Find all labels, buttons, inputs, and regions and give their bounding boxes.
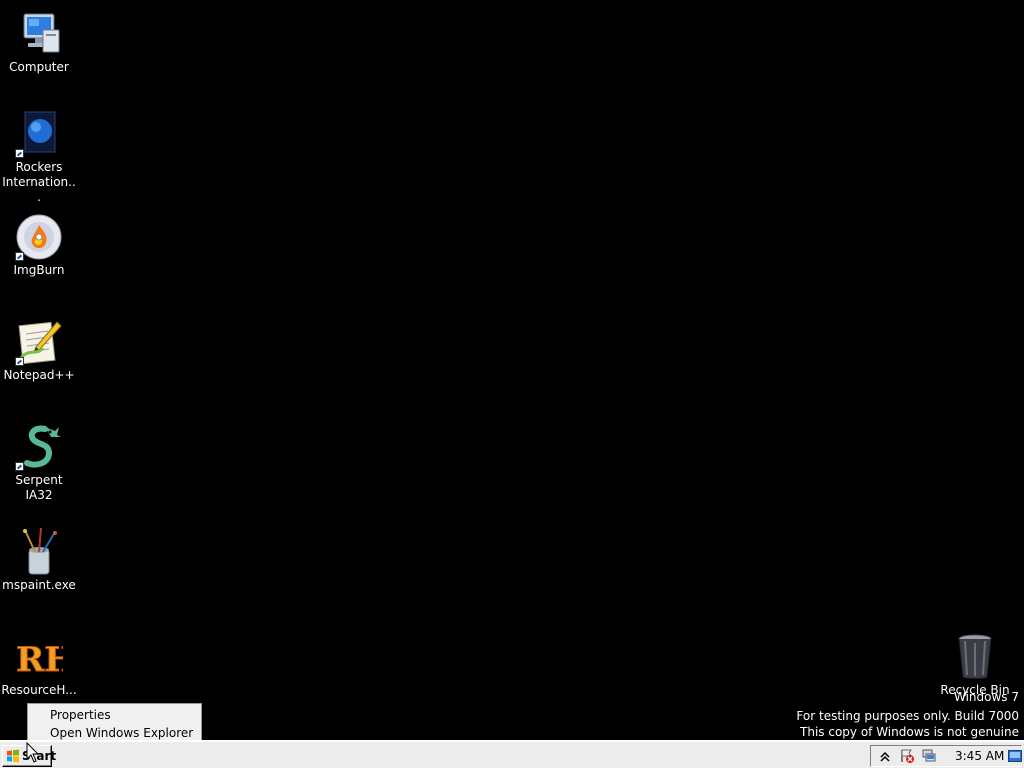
svg-text:RH: RH xyxy=(16,640,63,680)
imgburn-disc-icon xyxy=(15,213,63,261)
show-desktop-icon[interactable] xyxy=(1008,750,1022,762)
mouse-cursor-icon xyxy=(26,742,40,763)
recycle-bin-icon xyxy=(951,633,999,681)
resourcehacker-icon: RH xyxy=(15,633,64,681)
desktop-icon-label: Serpent IA32 xyxy=(15,473,63,502)
shortcut-arrow-icon xyxy=(15,252,24,261)
network-icon[interactable] xyxy=(921,748,937,764)
desktop-icon-recycle-bin[interactable]: Recycle Bin xyxy=(937,633,1013,698)
desktop-icon-resourcehacker[interactable]: RH ResourceH... xyxy=(1,633,77,698)
shortcut-arrow-icon xyxy=(15,357,24,366)
serpent-icon xyxy=(15,423,63,471)
desktop-icon-rockers-international[interactable]: Rockers Internation... xyxy=(1,110,77,205)
rockers-document-icon xyxy=(15,110,63,158)
show-hidden-icons-chevron-icon[interactable] xyxy=(877,748,893,764)
desktop-icon-label: ResourceH... xyxy=(1,683,77,697)
mspaint-icon xyxy=(15,528,63,576)
watermark-edition: Windows 7 xyxy=(953,690,1019,704)
desktop-icon-label: Rockers Internation... xyxy=(2,160,76,204)
clock[interactable]: 3:45 AM xyxy=(955,749,1004,763)
system-tray: 3:45 AM xyxy=(870,745,1022,767)
taskbar: Start 3:45 AM xyxy=(0,740,1024,768)
desktop-icon-label: ImgBurn xyxy=(13,263,65,277)
desktop-icon-notepadpp[interactable]: Notepad++ xyxy=(1,318,77,383)
desktop-icon-label: mspaint.exe xyxy=(2,578,76,592)
desktop-icon-label: Notepad++ xyxy=(3,368,75,382)
menu-item-properties[interactable]: Properties xyxy=(30,706,199,724)
desktop-icon-serpent-ia32[interactable]: Serpent IA32 xyxy=(1,423,77,503)
windows-logo-icon xyxy=(7,749,19,763)
notepadpp-icon xyxy=(15,318,63,366)
watermark-build: For testing purposes only. Build 7000 xyxy=(796,709,1019,723)
watermark-genuine: This copy of Windows is not genuine xyxy=(800,725,1019,739)
computer-icon xyxy=(15,10,63,58)
shortcut-arrow-icon xyxy=(15,462,24,471)
desktop-icon-computer[interactable]: Computer xyxy=(1,10,77,75)
desktop-icon-label: Computer xyxy=(9,60,69,74)
shortcut-arrow-icon xyxy=(15,149,24,158)
desktop-icon-mspaint[interactable]: mspaint.exe xyxy=(1,528,77,593)
taskbar-context-menu: Properties Open Windows Explorer xyxy=(27,703,202,745)
action-center-warning-icon[interactable] xyxy=(899,748,915,764)
desktop-icon-imgburn[interactable]: ImgBurn xyxy=(1,213,77,278)
